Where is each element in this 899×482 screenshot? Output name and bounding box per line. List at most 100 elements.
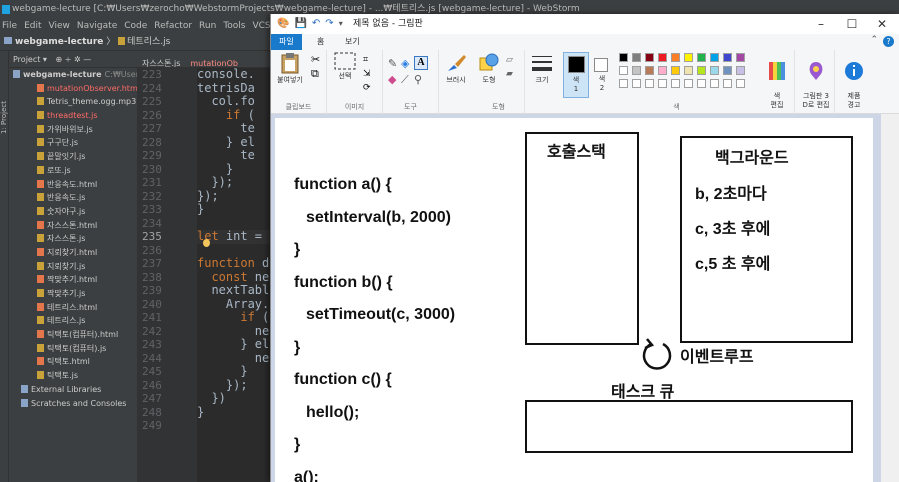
- color1-button[interactable]: 색 1: [563, 52, 589, 98]
- rotate-icon[interactable]: ⟳: [363, 82, 371, 94]
- tree-file-item[interactable]: 짝맞추기.js: [9, 287, 137, 301]
- tree-file-item[interactable]: 틱택토.html: [9, 355, 137, 369]
- palette-swatch[interactable]: [658, 53, 667, 62]
- palette-swatch[interactable]: [697, 53, 706, 62]
- brushes-button[interactable]: 브러시: [441, 52, 471, 85]
- tree-file-item[interactable]: 끝말잇기.js: [9, 150, 137, 164]
- menu-item-edit[interactable]: Edit: [24, 19, 41, 34]
- tab-file[interactable]: 파일: [271, 34, 302, 50]
- tree-file-item[interactable]: 반응속도.html: [9, 178, 137, 192]
- palette-swatch[interactable]: [645, 66, 654, 75]
- palette-swatch[interactable]: [645, 53, 654, 62]
- tree-file-item[interactable]: 틱택토(컴퓨터).js: [9, 342, 137, 356]
- save-icon[interactable]: 💾: [294, 14, 306, 34]
- breadcrumb-file[interactable]: 테트리스.js: [127, 37, 170, 47]
- drawing-canvas[interactable]: function a() {setInterval(b, 2000)} funct…: [275, 118, 873, 482]
- tree-root-folder[interactable]: webgame-lectureC:₩Users: [9, 68, 137, 82]
- palette-swatch[interactable]: [619, 66, 628, 75]
- tree-file-item[interactable]: 로또.js: [9, 164, 137, 178]
- palette-swatch[interactable]: [671, 53, 680, 62]
- lightbulb-icon[interactable]: [203, 239, 210, 247]
- tree-file-item[interactable]: 짝맞추기.html: [9, 273, 137, 287]
- tree-file-item[interactable]: 지뢰찾기.html: [9, 246, 137, 260]
- shapes-button[interactable]: 도형: [475, 52, 503, 85]
- pencil-icon[interactable]: ✎: [388, 58, 397, 70]
- palette-swatch[interactable]: [697, 66, 706, 75]
- menu-item-refactor[interactable]: Refactor: [154, 19, 192, 34]
- project-view-dropdown[interactable]: Project ▾: [13, 55, 47, 64]
- customize-qa-icon[interactable]: ▾: [339, 14, 343, 34]
- size-button[interactable]: 크기: [528, 54, 556, 85]
- menu-item-file[interactable]: File: [2, 19, 17, 34]
- undo-icon[interactable]: ↶: [312, 14, 320, 34]
- palette-swatch[interactable]: [684, 53, 693, 62]
- tree-file-item[interactable]: 자스스톤.html: [9, 219, 137, 233]
- palette-swatch[interactable]: [710, 53, 719, 62]
- palette-swatch[interactable]: [671, 66, 680, 75]
- palette-swatch[interactable]: [684, 66, 693, 75]
- code-editor[interactable]: console. tetrisDa col.fo if ( te } el te …: [197, 68, 280, 482]
- palette-swatch[interactable]: [710, 66, 719, 75]
- tree-file-item[interactable]: threadtest.js: [9, 109, 137, 123]
- palette-empty-swatch[interactable]: [697, 79, 706, 88]
- palette-empty-swatch[interactable]: [723, 79, 732, 88]
- breadcrumb-project[interactable]: webgame-lecture: [15, 37, 103, 47]
- tree-file-item[interactable]: 틱택토.js: [9, 369, 137, 383]
- paint3d-button[interactable]: 그림판 3 D로 편집: [797, 52, 835, 110]
- cut-icon[interactable]: ✂: [311, 54, 320, 66]
- tab-view[interactable]: 보기: [337, 34, 368, 50]
- color2-button[interactable]: 색 2: [591, 52, 613, 98]
- tree-file-item[interactable]: 지뢰찾기.js: [9, 260, 137, 274]
- tree-file-item[interactable]: 가위바위보.js: [9, 123, 137, 137]
- palette-empty-swatch[interactable]: [671, 79, 680, 88]
- product-alert-button[interactable]: 제품 경고: [839, 52, 869, 110]
- editor-tab[interactable]: mutationOb: [185, 55, 243, 67]
- palette-swatch[interactable]: [658, 66, 667, 75]
- palette-empty-swatch[interactable]: [736, 79, 745, 88]
- menu-item-vcs[interactable]: VCS: [252, 19, 270, 34]
- palette-swatch[interactable]: [723, 53, 732, 62]
- menu-item-tools[interactable]: Tools: [223, 19, 245, 34]
- tree-external-libraries[interactable]: External Libraries: [9, 383, 137, 397]
- menu-item-code[interactable]: Code: [124, 19, 147, 34]
- palette-empty-swatch[interactable]: [619, 79, 628, 88]
- palette-empty-swatch[interactable]: [658, 79, 667, 88]
- eraser-icon[interactable]: ◆: [388, 74, 396, 86]
- menu-item-view[interactable]: View: [49, 19, 70, 34]
- palette-empty-swatch[interactable]: [645, 79, 654, 88]
- vertical-scrollbar[interactable]: [881, 114, 899, 482]
- tree-file-item[interactable]: 구구단.js: [9, 136, 137, 150]
- tab-home[interactable]: 홈: [309, 34, 332, 50]
- tree-file-item[interactable]: 테트리스.js: [9, 314, 137, 328]
- collapse-ribbon-icon[interactable]: ⌃: [870, 35, 878, 45]
- palette-empty-swatch[interactable]: [632, 79, 641, 88]
- text-tool-icon[interactable]: A: [414, 56, 428, 70]
- paste-button[interactable]: 붙여넣기: [275, 52, 305, 85]
- tree-file-item[interactable]: mutationObserver.html: [9, 82, 137, 96]
- palette-swatch[interactable]: [736, 66, 745, 75]
- help-icon[interactable]: ?: [883, 36, 894, 47]
- menu-item-run[interactable]: Run: [199, 19, 216, 34]
- maximize-button[interactable]: ☐: [842, 14, 862, 34]
- tree-file-item[interactable]: 반응속도.js: [9, 191, 137, 205]
- palette-empty-swatch[interactable]: [684, 79, 693, 88]
- palette-swatch[interactable]: [619, 53, 628, 62]
- fill-shape-icon[interactable]: ▰: [506, 68, 513, 80]
- select-button[interactable]: 선택: [331, 52, 359, 81]
- color-picker-icon[interactable]: ⟋: [401, 74, 409, 86]
- minimize-button[interactable]: –: [811, 14, 831, 34]
- palette-swatch[interactable]: [632, 66, 641, 75]
- palette-swatch[interactable]: [632, 53, 641, 62]
- close-button[interactable]: ✕: [872, 14, 892, 34]
- project-panel-icons[interactable]: ⊕ ÷ ✲ —: [55, 55, 91, 64]
- tree-scratches[interactable]: Scratches and Consoles: [9, 397, 137, 411]
- fill-icon[interactable]: ◈: [401, 58, 409, 70]
- outline-icon[interactable]: ▱: [506, 54, 513, 66]
- tree-file-item[interactable]: 틱택토(컴퓨터).html: [9, 328, 137, 342]
- project-stripe-button[interactable]: 1: Project: [0, 101, 9, 134]
- magnifier-icon[interactable]: ⚲: [414, 74, 422, 86]
- palette-swatch[interactable]: [736, 53, 745, 62]
- tree-file-item[interactable]: Tetris_theme.ogg.mp3: [9, 95, 137, 109]
- tree-file-item[interactable]: 숫자야구.js: [9, 205, 137, 219]
- tree-file-item[interactable]: 자스스톤.js: [9, 232, 137, 246]
